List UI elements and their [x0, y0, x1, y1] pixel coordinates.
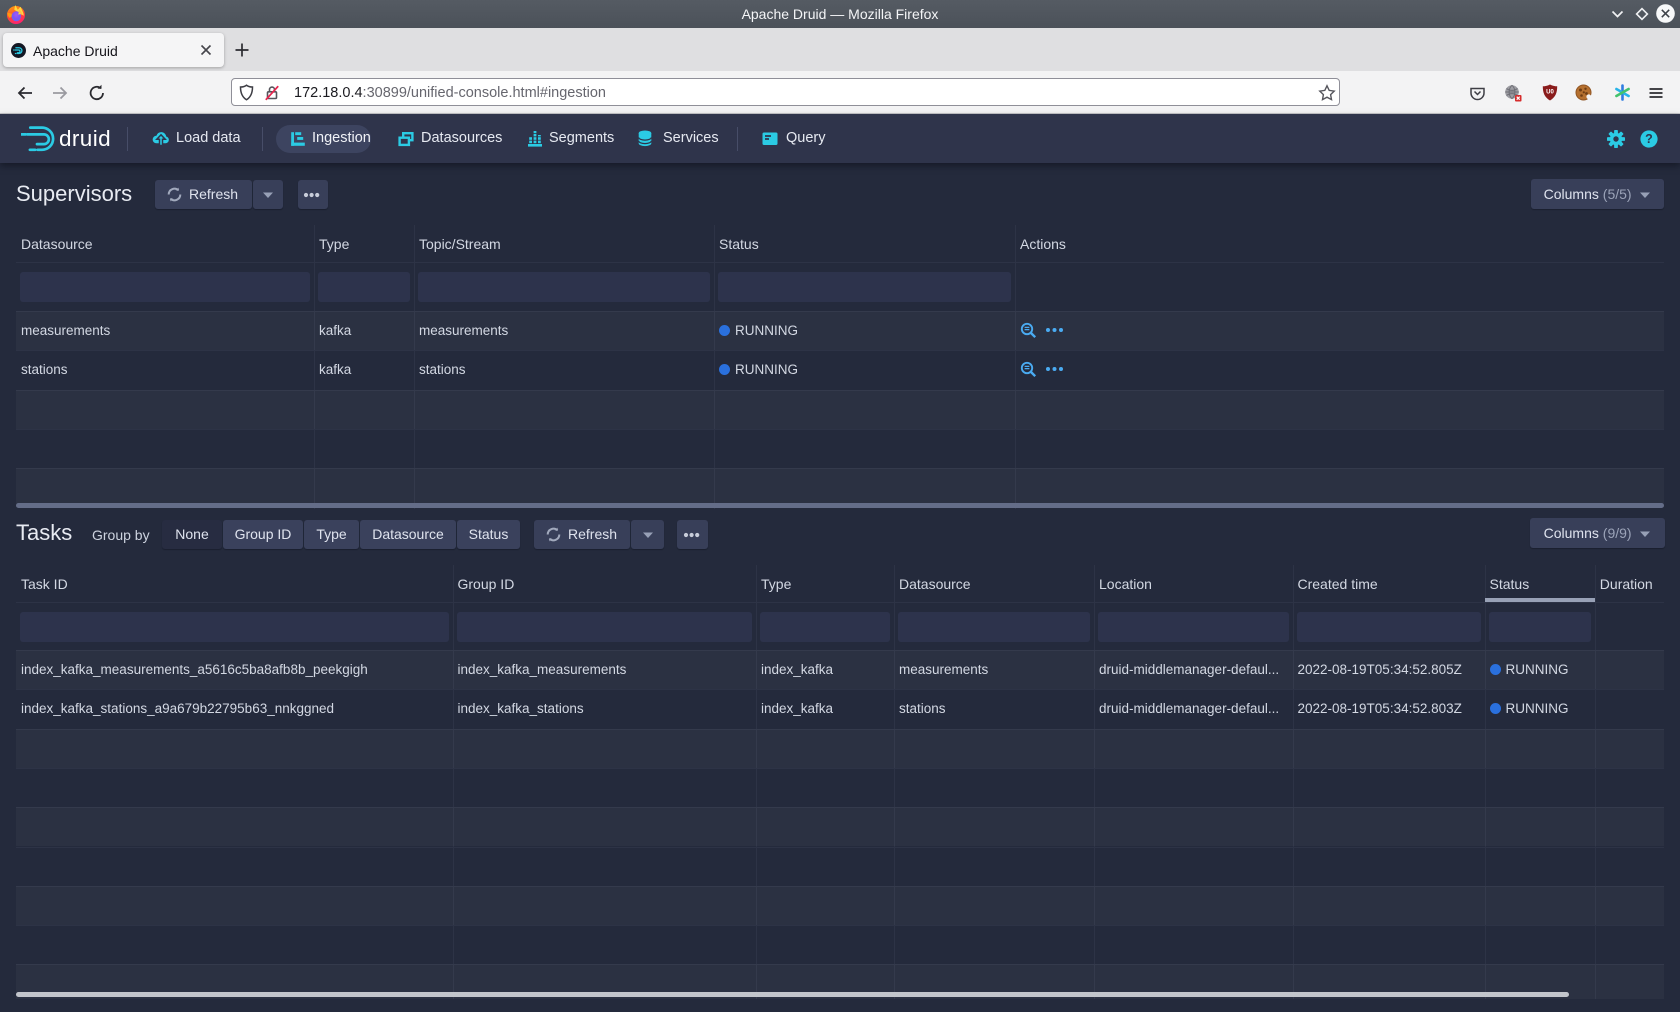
svg-text:?: ? — [1645, 132, 1653, 146]
svg-text:U0: U0 — [1546, 90, 1554, 96]
